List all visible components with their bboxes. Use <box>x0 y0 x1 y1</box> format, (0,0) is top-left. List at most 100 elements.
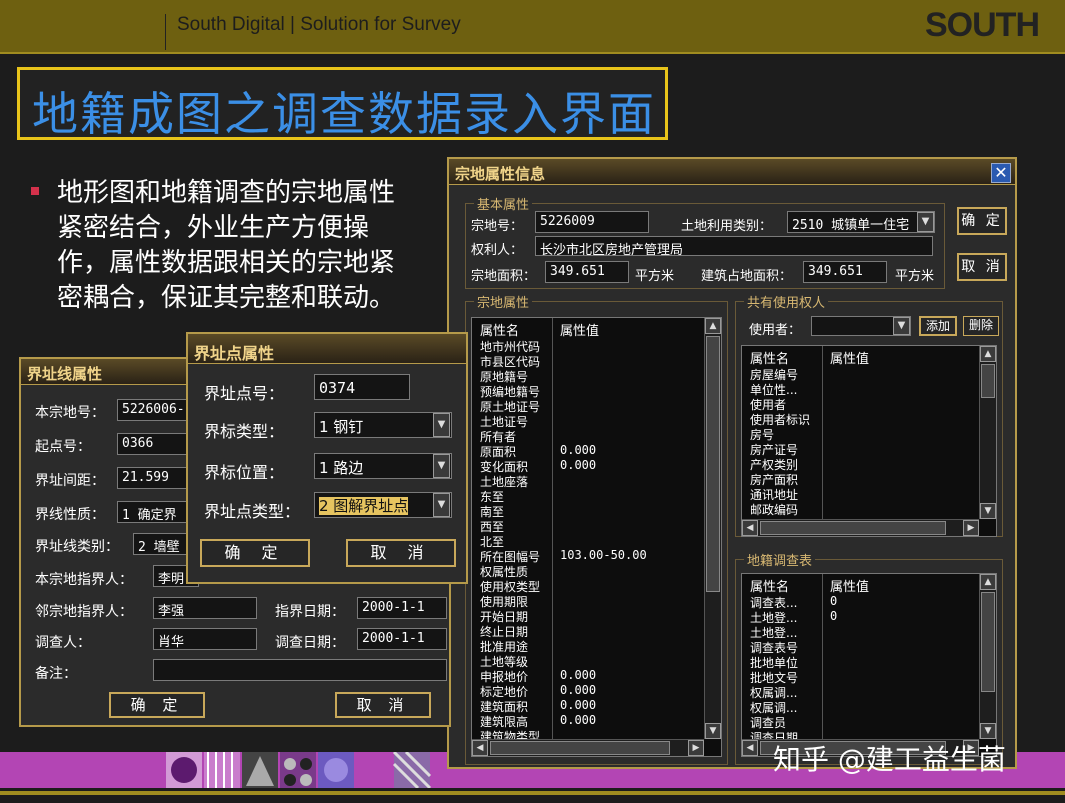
table-row[interactable]: 土地证号 <box>472 413 721 429</box>
attr-value-cell[interactable]: 0.000 <box>560 443 596 457</box>
grid-vertical-scrollbar[interactable]: ▲ ▼ <box>979 574 996 739</box>
scroll-left-icon[interactable]: ◀ <box>742 520 758 536</box>
scroll-thumb[interactable] <box>490 741 670 755</box>
table-row[interactable]: 原土地证号 <box>472 398 721 414</box>
parcel-no-field[interactable]: 5226009 <box>535 211 649 233</box>
table-row[interactable]: 开始日期 <box>472 608 721 624</box>
table-row[interactable]: 原面积 0.000 <box>472 443 721 459</box>
scroll-down-icon[interactable]: ▼ <box>980 723 996 739</box>
table-row[interactable]: 地市州代码 <box>472 338 721 354</box>
delete-user-button[interactable]: 删除 <box>963 316 999 336</box>
line-cancel-button[interactable]: 取 消 <box>335 692 431 718</box>
attr-value-cell[interactable]: 103.00-50.00 <box>560 548 647 562</box>
attr-value-cell[interactable]: 0.000 <box>560 698 596 712</box>
attr-value-cell[interactable]: 0.000 <box>560 713 596 727</box>
table-row[interactable]: 预编地籍号 <box>472 383 721 399</box>
grid-vertical-scrollbar[interactable]: ▲ ▼ <box>704 318 721 739</box>
attr-value-cell[interactable]: 0.000 <box>560 458 596 472</box>
scroll-thumb[interactable] <box>706 336 720 592</box>
table-row[interactable]: 建筑面积 0.000 <box>472 698 721 714</box>
table-row[interactable]: 权属性质 <box>472 563 721 579</box>
chevron-down-icon[interactable]: ▼ <box>917 212 934 232</box>
table-row[interactable]: 所有者 <box>472 428 721 444</box>
table-row[interactable]: 调查表号 <box>742 639 996 655</box>
scroll-up-icon[interactable]: ▲ <box>980 346 996 362</box>
table-row[interactable]: 权属调... <box>742 684 996 700</box>
line-ok-button[interactable]: 确 定 <box>109 692 205 718</box>
table-row[interactable]: 通讯地址 <box>742 486 996 502</box>
remark-field[interactable] <box>153 659 447 681</box>
table-row[interactable]: 土地登... 0 <box>742 609 996 625</box>
table-row[interactable]: 单位性... <box>742 381 996 397</box>
survey-table-grid[interactable]: 属性名 属性值 调查表... 0 土地登... 0 土地登... 调查表号 批地单位 批地文号… <box>741 573 997 757</box>
shared-users-grid[interactable]: 属性名 属性值 房屋编号 单位性... 使用者 使用者标识 房号 房产证号 产权类别 房产面积… <box>741 345 997 537</box>
surveyor-field[interactable]: 肖华 <box>153 628 257 650</box>
table-row[interactable]: 调查员 <box>742 714 996 730</box>
owner-field[interactable]: 长沙市北区房地产管理局 <box>535 236 933 256</box>
close-icon[interactable]: ✕ <box>991 163 1011 183</box>
table-row[interactable]: 使用者标识 <box>742 411 996 427</box>
marker-type-select[interactable]: 1 钢钉 <box>314 412 452 438</box>
attr-value-cell[interactable]: 0 <box>830 594 837 608</box>
chevron-down-icon[interactable]: ▼ <box>893 317 910 335</box>
attr-value-cell[interactable]: 0.000 <box>560 683 596 697</box>
table-row[interactable]: 使用期限 <box>472 593 721 609</box>
parcel-area-field[interactable]: 349.651 <box>545 261 629 283</box>
chevron-down-icon[interactable]: ▼ <box>433 493 450 517</box>
table-row[interactable]: 房产面积 <box>742 471 996 487</box>
table-row[interactable]: 东至 <box>472 488 721 504</box>
table-row[interactable]: 土地座落 <box>472 473 721 489</box>
referee-date-field[interactable]: 2000-1-1 <box>357 597 447 619</box>
attr-value-cell[interactable]: 0.000 <box>560 668 596 682</box>
distance-field[interactable]: 21.599 <box>117 467 197 489</box>
table-row[interactable]: 终止日期 <box>472 623 721 639</box>
scroll-right-icon[interactable]: ▶ <box>963 520 979 536</box>
parcel-ok-button[interactable]: 确 定 <box>957 207 1007 235</box>
table-row[interactable]: 使用者 <box>742 396 996 412</box>
scroll-thumb[interactable] <box>981 592 995 692</box>
table-row[interactable]: 变化面积 0.000 <box>472 458 721 474</box>
table-row[interactable]: 使用权类型 <box>472 578 721 594</box>
table-row[interactable]: 北至 <box>472 533 721 549</box>
table-row[interactable]: 批地单位 <box>742 654 996 670</box>
scroll-left-icon[interactable]: ◀ <box>472 740 488 756</box>
chevron-down-icon[interactable]: ▼ <box>433 413 450 437</box>
table-row[interactable]: 南至 <box>472 503 721 519</box>
table-row[interactable]: 土地等级 <box>472 653 721 669</box>
survey-date-field[interactable]: 2000-1-1 <box>357 628 447 650</box>
table-row[interactable]: 土地登... <box>742 624 996 640</box>
scroll-left-icon[interactable]: ◀ <box>742 740 758 756</box>
line-nature-select[interactable]: 1 确定界 <box>117 501 197 523</box>
grid-horizontal-scrollbar[interactable]: ◀ ▶ <box>742 519 979 536</box>
scroll-up-icon[interactable]: ▲ <box>980 574 996 590</box>
scroll-down-icon[interactable]: ▼ <box>980 503 996 519</box>
attr-value-cell[interactable]: 0 <box>830 609 837 623</box>
table-row[interactable]: 权属调... <box>742 699 996 715</box>
parcel-attributes-grid[interactable]: 属性名 属性值 地市州代码 市县区代码 原地籍号 预编地籍号 原土地证号 土地证号 所有者原… <box>471 317 722 757</box>
table-row[interactable]: 批地文号 <box>742 669 996 685</box>
table-row[interactable]: 西至 <box>472 518 721 534</box>
scroll-thumb[interactable] <box>981 364 995 398</box>
table-row[interactable]: 建筑限高 0.000 <box>472 713 721 729</box>
point-ok-button[interactable]: 确 定 <box>200 539 310 567</box>
parcel-field[interactable]: 5226006-1 <box>117 399 197 421</box>
point-no-field[interactable]: 0374 <box>314 374 410 400</box>
scroll-thumb[interactable] <box>760 521 946 535</box>
chevron-down-icon[interactable]: ▼ <box>433 454 450 478</box>
scroll-up-icon[interactable]: ▲ <box>705 318 721 334</box>
table-row[interactable]: 房产证号 <box>742 441 996 457</box>
start-point-field[interactable]: 0366 <box>117 433 197 455</box>
marker-position-select[interactable]: 1 路边 <box>314 453 452 479</box>
table-row[interactable]: 标定地价 0.000 <box>472 683 721 699</box>
parcel-cancel-button[interactable]: 取 消 <box>957 253 1007 281</box>
scroll-down-icon[interactable]: ▼ <box>705 723 721 739</box>
table-row[interactable]: 所在图幅号 103.00-50.00 <box>472 548 721 564</box>
table-row[interactable]: 邮政编码 <box>742 501 996 517</box>
scroll-right-icon[interactable]: ▶ <box>688 740 704 756</box>
point-cancel-button[interactable]: 取 消 <box>346 539 456 567</box>
table-row[interactable]: 市县区代码 <box>472 353 721 369</box>
grid-vertical-scrollbar[interactable]: ▲ ▼ <box>979 346 996 519</box>
table-row[interactable]: 原地籍号 <box>472 368 721 384</box>
land-use-select[interactable]: 2510 城镇单一住宅 <box>787 211 935 233</box>
table-row[interactable]: 产权类别 <box>742 456 996 472</box>
